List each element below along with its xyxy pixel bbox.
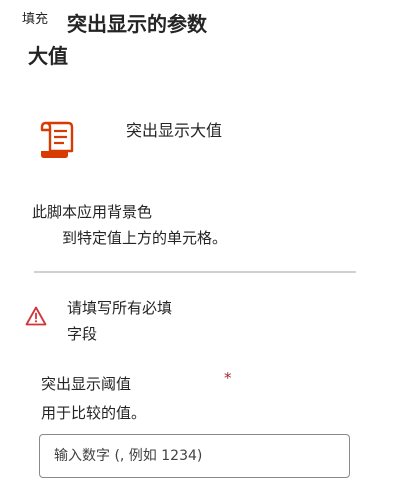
page-title: 突出显示的参数 bbox=[67, 12, 207, 36]
script-name: 突出显示大值 bbox=[126, 121, 223, 140]
page-title-continued: 大值 bbox=[28, 44, 68, 68]
threshold-field-label: 突出显示阈值 bbox=[41, 375, 132, 393]
script-description-continued: 到特定值上方的单元格。 bbox=[62, 229, 228, 247]
threshold-field-help: 用于比较的值。 bbox=[41, 404, 147, 422]
threshold-input[interactable] bbox=[39, 434, 350, 478]
script-description: 此脚本应用背景色 bbox=[32, 203, 153, 221]
validation-message-continued: 字段 bbox=[67, 325, 98, 343]
required-indicator: * bbox=[224, 369, 232, 387]
section-divider bbox=[34, 271, 356, 273]
warning-triangle-icon bbox=[25, 306, 47, 326]
fill-tag: 填充 bbox=[22, 12, 49, 27]
script-scroll-icon bbox=[40, 121, 74, 158]
validation-message: 请填写所有必填 bbox=[67, 299, 173, 317]
